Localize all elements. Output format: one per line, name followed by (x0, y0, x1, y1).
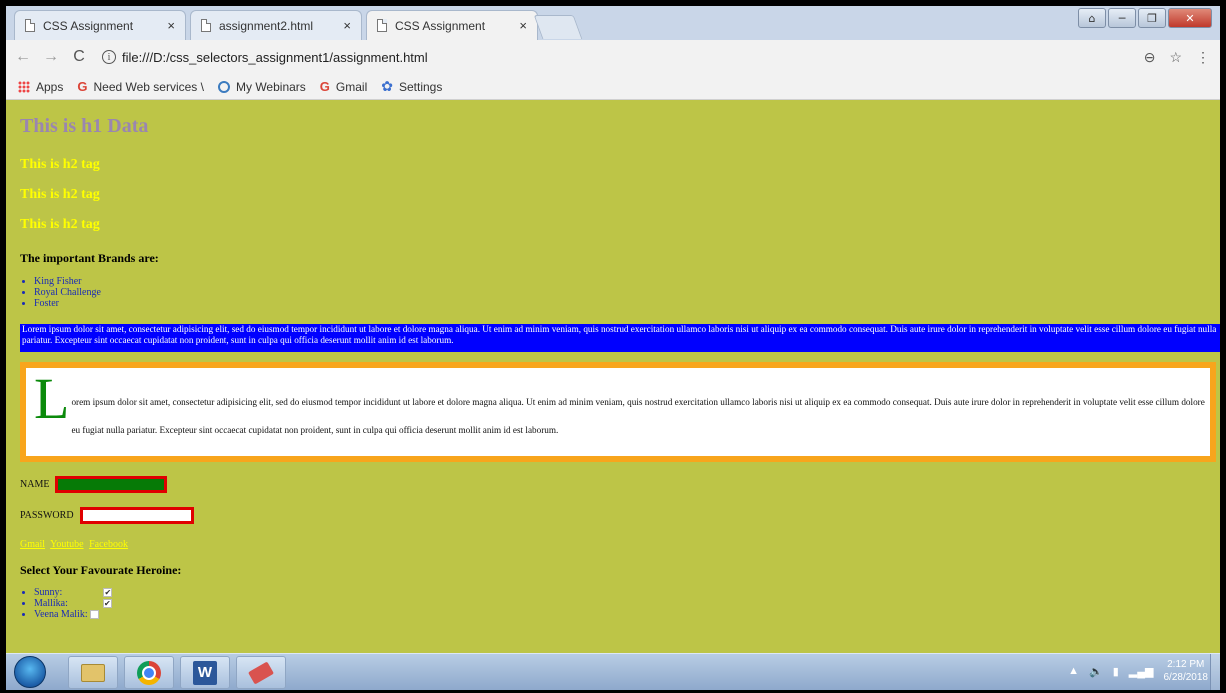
word-icon: W (193, 660, 217, 685)
bookmark-apps[interactable]: Apps (18, 80, 63, 94)
network-signal-icon[interactable]: ▂▄▆ (1129, 665, 1154, 678)
list-item: Foster (34, 298, 101, 309)
tab-assignment2[interactable]: assignment2.html × (190, 10, 362, 40)
bookmark-need-web-services[interactable]: G Need Web services \ (77, 79, 204, 94)
tab-css-assignment-1[interactable]: CSS Assignment × (14, 10, 186, 40)
brands-list: King Fisher Royal Challenge Foster (20, 276, 101, 309)
heroine-label: Mallika: (34, 598, 68, 609)
clock-date: 6/28/2018 (1163, 672, 1209, 683)
menu-icon[interactable]: ⋮ (1196, 49, 1210, 66)
reload-button[interactable]: C (68, 48, 90, 66)
close-window-button[interactable]: ✕ (1168, 8, 1212, 28)
user-icon[interactable]: ⌂ (1078, 8, 1106, 28)
zoom-icon[interactable]: ⊖ (1144, 49, 1156, 66)
password-label: PASSWORD (20, 510, 74, 521)
bordered-paragraph-box: L orem ipsum dolor sit amet, consectetur… (20, 362, 1216, 462)
bookmark-label: Gmail (335, 79, 368, 94)
chrome-icon (137, 660, 161, 685)
window-controls: ⌂ ─ ❐ ✕ (1078, 8, 1212, 28)
document-icon (377, 19, 387, 32)
minimize-button[interactable]: ─ (1108, 8, 1136, 28)
folder-icon (81, 663, 105, 682)
taskbar-chrome[interactable] (124, 656, 174, 689)
battery-icon[interactable]: ▮ (1113, 665, 1119, 678)
google-icon: G (319, 79, 330, 94)
list-item: Mallika: ✔ (34, 598, 112, 609)
h2-heading-3: This is h2 tag (20, 217, 100, 232)
document-icon (201, 19, 211, 32)
tray-expand-icon[interactable]: ▲ (1068, 665, 1079, 677)
close-tab-icon[interactable]: × (519, 18, 527, 33)
maximize-button[interactable]: ❐ (1138, 8, 1166, 28)
volume-icon[interactable]: 🔈 (1089, 665, 1103, 678)
tab-title: CSS Assignment (43, 18, 134, 33)
bookmark-my-webinars[interactable]: My Webinars (217, 79, 306, 94)
h2-heading-1: This is h2 tag (20, 157, 100, 172)
gear-icon: ✿ (381, 78, 393, 94)
link-facebook[interactable]: Facebook (89, 539, 128, 550)
bordered-paragraph-text: orem ipsum dolor sit amet, consectetur a… (71, 397, 1205, 435)
bookmark-label: Need Web services \ (93, 79, 204, 94)
system-tray: ▲ 🔈 ▮ ▂▄▆ 2:12 PM 6/28/2018 (1068, 658, 1208, 684)
bookmark-label: Apps (36, 79, 64, 94)
clock-time: 2:12 PM (1167, 659, 1205, 670)
site-info-icon[interactable]: i (102, 50, 116, 64)
blue-paragraph: Lorem ipsum dolor sit amet, consectetur … (20, 324, 1220, 352)
browser-window: CSS Assignment × assignment2.html × CSS … (6, 6, 1220, 690)
globe-icon (217, 80, 230, 93)
bookmark-label: Settings (398, 79, 443, 94)
tab-title: CSS Assignment (395, 18, 486, 33)
name-input[interactable] (55, 476, 167, 493)
link-youtube[interactable]: Youtube (50, 539, 83, 550)
taskbar-eraser-app[interactable] (236, 656, 286, 689)
list-item: Royal Challenge (34, 287, 101, 298)
document-icon (25, 19, 35, 32)
heroine-checkbox-1[interactable]: ✔ (103, 588, 113, 598)
eraser-icon (247, 660, 275, 685)
link-gmail[interactable]: Gmail (20, 539, 45, 550)
list-item: King Fisher (34, 276, 101, 287)
bookmarks-bar: Apps G Need Web services \ My Webinars G… (6, 74, 1220, 100)
brands-heading: The important Brands are: (20, 251, 159, 265)
bookmark-label: My Webinars (235, 79, 306, 94)
new-tab-button[interactable] (533, 15, 583, 39)
back-button[interactable]: ← (12, 48, 34, 66)
name-label: NAME (20, 479, 50, 490)
forward-button[interactable]: → (40, 48, 62, 66)
heroine-label: Veena Malik: (34, 609, 88, 620)
start-button[interactable] (14, 656, 46, 688)
drop-cap-letter: L (34, 366, 70, 431)
password-input[interactable] (80, 507, 194, 524)
bookmark-settings[interactable]: ✿ Settings (381, 78, 442, 95)
google-icon: G (77, 79, 88, 94)
links-row: Gmail Youtube Facebook (20, 539, 131, 550)
bookmark-gmail[interactable]: G Gmail (320, 79, 367, 94)
bookmark-star-icon[interactable]: ☆ (1169, 49, 1182, 66)
page-content: This is h1 Data This is h2 tag This is h… (6, 101, 1220, 653)
taskbar-explorer[interactable] (68, 656, 118, 689)
tab-strip: CSS Assignment × assignment2.html × CSS … (6, 6, 1220, 40)
heroine-checkbox-3[interactable] (90, 610, 100, 620)
tab-css-assignment-active[interactable]: CSS Assignment × (366, 10, 538, 40)
heroine-label: Sunny: (34, 587, 63, 598)
list-item: Veena Malik: (34, 609, 112, 620)
browser-toolbar: ← → C i file:///D:/css_selectors_assignm… (6, 40, 1220, 74)
show-desktop-button[interactable] (1210, 654, 1220, 690)
h2-heading-2: This is h2 tag (20, 187, 100, 202)
heroine-checkbox-2[interactable]: ✔ (102, 599, 112, 609)
heroine-heading: Select Your Favourate Heroine: (20, 563, 182, 577)
windows-taskbar: W ▲ 🔈 ▮ ▂▄▆ 2:12 PM 6/28/2018 (6, 653, 1220, 690)
close-tab-icon[interactable]: × (343, 18, 351, 33)
list-item: Sunny: ✔ (34, 587, 113, 598)
clock[interactable]: 2:12 PM 6/28/2018 (1164, 658, 1209, 684)
taskbar-word[interactable]: W (180, 656, 230, 689)
close-tab-icon[interactable]: × (167, 18, 175, 33)
apps-icon (18, 80, 30, 93)
address-bar[interactable]: file:///D:/css_selectors_assignment1/ass… (122, 50, 1144, 65)
tab-title: assignment2.html (219, 18, 314, 33)
h1-heading: This is h1 Data (20, 115, 149, 137)
heroine-list: Sunny: ✔ Mallika: ✔ Veena Malik: (20, 587, 113, 620)
